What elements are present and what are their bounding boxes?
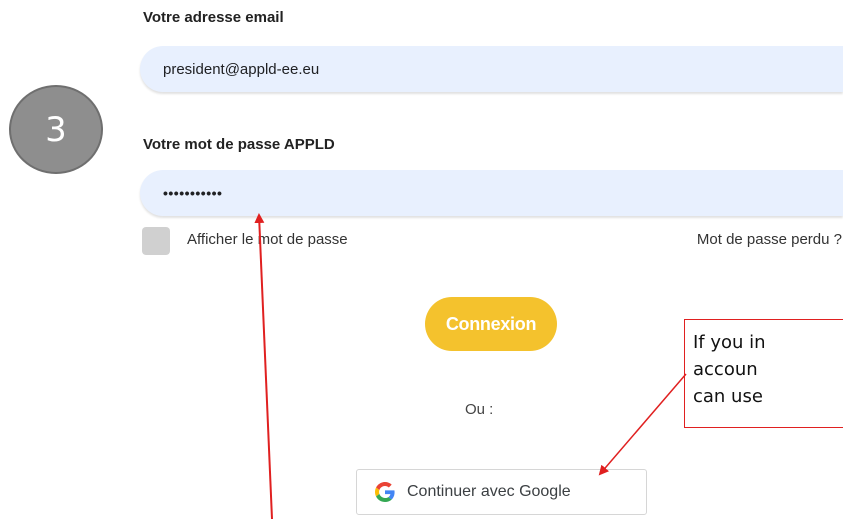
google-icon [375, 482, 395, 502]
or-separator: Ou : [465, 401, 494, 418]
email-label: Votre adresse email [143, 9, 284, 26]
google-signin-button[interactable]: Continuer avec Google [356, 469, 647, 515]
password-value: ••••••••••• [163, 185, 223, 201]
lost-password-link[interactable]: Mot de passe perdu ? [697, 231, 842, 248]
password-arrow [254, 213, 273, 519]
google-button-label: Continuer avec Google [407, 483, 571, 500]
google-arrow [598, 373, 687, 476]
password-field[interactable]: ••••••••••• [140, 170, 843, 216]
show-password-checkbox[interactable] [142, 227, 170, 255]
password-label: Votre mot de passe APPLD [143, 136, 335, 153]
annotation-line: accoun [693, 359, 758, 380]
show-password-label: Afficher le mot de passe [187, 231, 348, 248]
connexion-button[interactable]: Connexion [425, 297, 557, 351]
step-number-badge: 3 [9, 85, 103, 174]
annotation-line: If you in [693, 332, 766, 353]
annotation-callout: If you in accoun can use [684, 319, 843, 428]
email-value: president@appld-ee.eu [163, 60, 320, 78]
annotation-line: can use [693, 386, 763, 407]
email-field[interactable]: president@appld-ee.eu [140, 46, 843, 92]
